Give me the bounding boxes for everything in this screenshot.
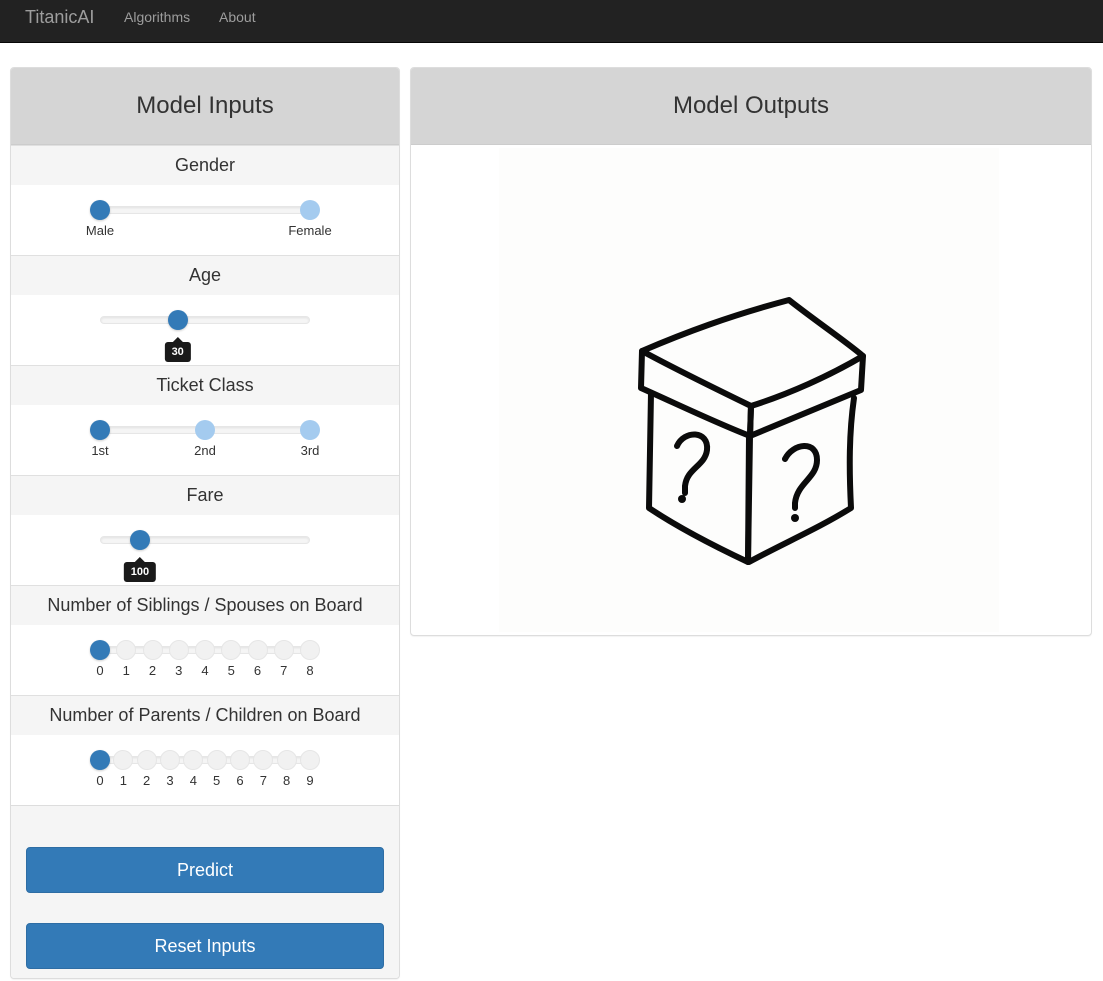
gender-tick-male: Male (85, 223, 115, 238)
siblings-option-3-dot[interactable] (168, 640, 189, 660)
mystery-box-image (499, 148, 999, 632)
age-slider: 30 (11, 295, 399, 365)
reset-inputs-button[interactable]: Reset Inputs (26, 923, 384, 969)
model-outputs-title: Model Outputs (411, 68, 1091, 145)
siblings-option-5-dot[interactable] (221, 640, 242, 660)
gender-option-male-dot[interactable] (90, 200, 110, 220)
siblings-option-1-dot[interactable] (116, 640, 137, 660)
parents-option-2-dot[interactable] (136, 750, 157, 770)
parents-option-4-dot[interactable] (183, 750, 204, 770)
brand-link[interactable]: TitanicAI (25, 7, 94, 28)
ticket-class-3rd-dot[interactable] (300, 420, 320, 440)
parents-option-1-dot[interactable] (113, 750, 134, 770)
parents-tick-5: 5 (213, 773, 221, 788)
siblings-option-6-dot[interactable] (247, 640, 268, 660)
siblings-tick-2: 2 (148, 663, 157, 678)
predict-button[interactable]: Predict (26, 847, 384, 893)
ticket-class-tick-3rd: 3rd (300, 443, 320, 458)
age-track[interactable] (100, 316, 310, 324)
gender-track[interactable] (100, 206, 310, 214)
ticket-class-tick-2nd: 2nd (194, 443, 216, 458)
fare-slider: 100 (11, 515, 399, 585)
parents-option-3-dot[interactable] (160, 750, 180, 770)
parents-option-9-dot[interactable] (300, 750, 320, 770)
parents-tick-3: 3 (166, 773, 174, 788)
ticket-class-label: Ticket Class (11, 365, 399, 405)
ticket-class-1st-dot[interactable] (90, 420, 110, 440)
parents-tick-1: 1 (119, 773, 127, 788)
siblings-slider: 0 1 2 3 4 5 6 7 8 (11, 625, 399, 695)
fare-slider-handle[interactable] (129, 530, 150, 550)
parents-tick-0: 0 (96, 773, 104, 788)
parents-tick-6: 6 (236, 773, 244, 788)
siblings-option-2-dot[interactable] (142, 640, 163, 660)
fare-value-tooltip: 100 (123, 557, 157, 582)
siblings-tick-5: 5 (227, 663, 235, 678)
parents-option-0-dot[interactable] (90, 750, 110, 770)
parents-option-5-dot[interactable] (206, 750, 227, 770)
nav-link-algorithms[interactable]: Algorithms (124, 9, 190, 25)
ticket-class-slider: 1st 2nd 3rd (11, 405, 399, 475)
siblings-tick-7: 7 (280, 663, 288, 678)
gender-label: Gender (11, 145, 399, 185)
gender-tick-female: Female (288, 223, 332, 238)
siblings-tick-6: 6 (253, 663, 262, 678)
siblings-tick-3: 3 (175, 663, 183, 678)
age-label: Age (11, 255, 399, 295)
siblings-option-0-dot[interactable] (90, 640, 110, 660)
parents-tick-4: 4 (189, 773, 197, 788)
model-outputs-panel: Model Outputs (410, 67, 1092, 636)
siblings-tick-0: 0 (96, 663, 104, 678)
siblings-option-4-dot[interactable] (195, 640, 215, 660)
siblings-tick-8: 8 (306, 663, 314, 678)
parents-option-6-dot[interactable] (230, 750, 250, 770)
buttons-area: Predict Reset Inputs (11, 805, 399, 978)
siblings-tick-1: 1 (122, 663, 130, 678)
siblings-tick-4: 4 (201, 663, 209, 678)
model-inputs-panel: Model Inputs Gender Male Female Age 30 T… (10, 67, 400, 979)
parents-tick-7: 7 (259, 773, 267, 788)
siblings-option-8-dot[interactable] (300, 640, 320, 660)
ticket-class-tick-1st: 1st (91, 443, 109, 458)
gender-slider: Male Female (11, 185, 399, 255)
nav-link-about[interactable]: About (219, 9, 256, 25)
siblings-option-7-dot[interactable] (273, 640, 294, 660)
navbar: TitanicAI Algorithms About (0, 0, 1103, 43)
parents-option-7-dot[interactable] (253, 750, 274, 770)
gender-option-female-dot[interactable] (300, 200, 320, 220)
parents-option-8-dot[interactable] (276, 750, 297, 770)
parents-tick-8: 8 (283, 773, 291, 788)
model-inputs-title: Model Inputs (11, 68, 399, 145)
parents-slider: 01 234 567 89 (11, 735, 399, 805)
ticket-class-2nd-dot[interactable] (195, 420, 215, 440)
mystery-box-icon (638, 297, 866, 565)
age-value-tooltip: 30 (164, 337, 191, 362)
parents-label: Number of Parents / Children on Board (11, 695, 399, 735)
parents-tick-2: 2 (143, 773, 151, 788)
siblings-label: Number of Siblings / Spouses on Board (11, 585, 399, 625)
fare-label: Fare (11, 475, 399, 515)
parents-tick-9: 9 (306, 773, 314, 788)
age-slider-handle[interactable] (167, 310, 188, 330)
